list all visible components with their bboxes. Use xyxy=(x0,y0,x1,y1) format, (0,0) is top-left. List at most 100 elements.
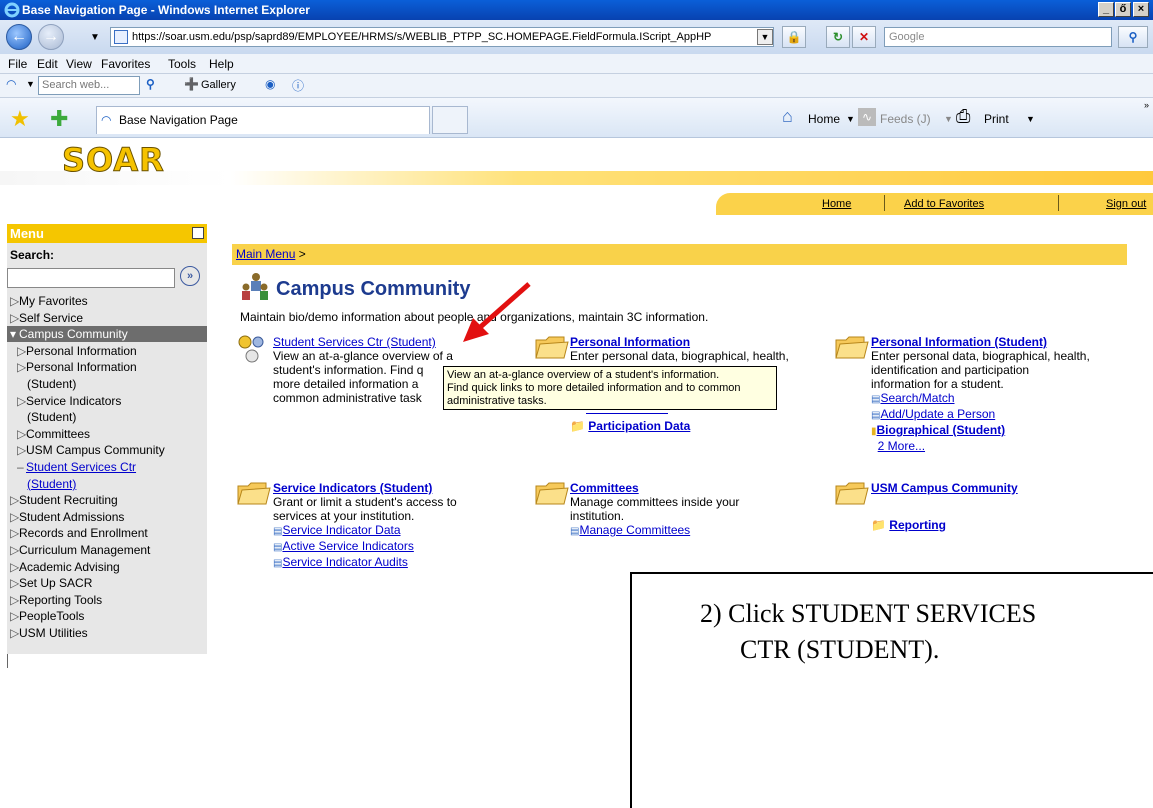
home-icon[interactable]: ⌂ xyxy=(782,106,793,127)
menu-favorites[interactable]: Favorites xyxy=(101,57,150,71)
menu-item[interactable]: ▷Set Up SACR xyxy=(10,575,92,591)
feeds-button[interactable]: Feeds (J) xyxy=(880,112,931,126)
more-link[interactable]: 2 More... xyxy=(878,439,925,453)
add-to-favorites-link[interactable]: Add to Favorites xyxy=(904,198,984,210)
breadcrumb-main-menu-link[interactable]: Main Menu xyxy=(236,247,295,261)
search-match-link[interactable]: Search/Match xyxy=(880,391,954,405)
search-web-input[interactable]: Search web... xyxy=(38,76,140,95)
menu-subitem-current[interactable]: – Student Services Ctr xyxy=(17,459,136,475)
print-dropdown-icon[interactable]: ▼ xyxy=(1026,114,1035,124)
help-circle-icon[interactable]: ⓘ xyxy=(292,77,304,94)
student-services-ctr-menu-link[interactable]: (Student) xyxy=(27,477,76,491)
tab-base-navigation-page[interactable]: ◠ Base Navigation Page xyxy=(96,106,430,134)
usm-campus-community-link[interactable]: USM Campus Community xyxy=(871,481,1018,495)
menu-subitem[interactable]: ▷Committees xyxy=(17,426,90,442)
menu-subitem[interactable]: ▷Service Indicators xyxy=(17,393,121,409)
back-button[interactable]: ← xyxy=(6,24,32,50)
active-service-indicators-link[interactable]: Active Service Indicators xyxy=(282,539,413,553)
biographical-student-link[interactable]: Biographical (Student) xyxy=(877,423,1006,437)
collapsed-triangle-icon: ▷ xyxy=(10,543,20,557)
sign-out-link[interactable]: Sign out xyxy=(1106,198,1146,210)
home-button[interactable]: Home xyxy=(808,112,840,126)
toolbar-option-icon[interactable]: ◉ xyxy=(265,77,275,91)
favorites-star-icon[interactable]: ★ xyxy=(10,106,30,132)
menu-item[interactable]: ▷My Favorites xyxy=(10,293,88,309)
gallery-button[interactable]: Gallery xyxy=(201,79,236,91)
student-services-ctr-card: Student Services Ctr (Student) View an a… xyxy=(273,335,453,405)
folder-icon xyxy=(237,482,271,505)
cm-desc-2: institution. xyxy=(570,509,625,523)
search-provider-dropdown-icon[interactable]: ▼ xyxy=(26,79,35,89)
menu-item[interactable]: ▷Reporting Tools xyxy=(10,592,102,608)
service-indicators-student-link[interactable]: Service Indicators (Student) xyxy=(273,481,432,495)
folder-icon xyxy=(835,336,869,359)
menu-item[interactable]: ▷Student Admissions xyxy=(10,509,124,525)
window-title-bar: Base Navigation Page - Windows Internet … xyxy=(0,0,1153,20)
print-icon[interactable]: ⎙ xyxy=(956,106,970,127)
stop-icon[interactable]: ✕ xyxy=(852,26,876,48)
home-link[interactable]: Home xyxy=(822,198,851,210)
menu-subitem[interactable]: ▷USM Campus Community xyxy=(17,442,165,458)
menu-item-label: (Student) xyxy=(27,410,77,425)
feeds-icon[interactable]: ∿ xyxy=(858,108,876,126)
search-go-icon[interactable]: ⚲ xyxy=(146,77,155,91)
menu-item[interactable]: ▷PeopleTools xyxy=(10,608,84,624)
left-menu: Menu Search: » ▷My Favorites ▷Self Servic… xyxy=(7,224,207,654)
menu-edit[interactable]: Edit xyxy=(37,57,58,71)
menu-item[interactable]: ▷USM Utilities xyxy=(10,625,88,641)
reporting-link[interactable]: Reporting xyxy=(889,518,946,532)
print-button[interactable]: Print xyxy=(984,112,1009,126)
menu-help[interactable]: Help xyxy=(209,57,234,71)
recent-pages-dropdown-icon[interactable]: ▼ xyxy=(90,32,100,43)
menu-tools[interactable]: Tools xyxy=(168,57,196,71)
menu-item[interactable]: ▷Records and Enrollment xyxy=(10,525,148,541)
home-dropdown-icon[interactable]: ▼ xyxy=(846,114,855,124)
add-update-person-link[interactable]: Add/Update a Person xyxy=(880,407,995,421)
menu-item[interactable]: ▷Student Recruiting xyxy=(10,492,118,508)
search-google-input[interactable]: Google xyxy=(884,27,1112,47)
menu-search-go-icon[interactable]: » xyxy=(180,266,200,286)
service-indicator-data-link[interactable]: Service Indicator Data xyxy=(282,523,400,537)
forward-button[interactable]: → xyxy=(38,24,64,50)
menu-item-selected[interactable]: ▾ Campus Community xyxy=(7,326,207,343)
lock-icon[interactable]: 🔒 xyxy=(782,26,806,48)
address-dropdown-icon[interactable]: ▼ xyxy=(757,29,773,45)
menu-item[interactable]: ▷Curriculum Management xyxy=(10,542,150,558)
participation-data-link[interactable]: Participation Data xyxy=(588,419,690,433)
personal-information-link[interactable]: Personal Information xyxy=(570,335,690,349)
committees-link[interactable]: Committees xyxy=(570,481,639,495)
service-indicator-audits-link[interactable]: Service Indicator Audits xyxy=(282,555,407,569)
menu-item[interactable]: ▷Academic Advising xyxy=(10,559,120,575)
toolbar-overflow-icon[interactable]: » xyxy=(1144,100,1149,110)
menu-item-label: Personal Information xyxy=(26,360,137,375)
personal-information-student-link[interactable]: Personal Information (Student) xyxy=(871,335,1047,349)
menu-search-input[interactable] xyxy=(7,268,175,288)
menu-subitem[interactable]: ▷Personal Information xyxy=(17,359,137,375)
student-services-ctr-link[interactable]: Student Services Ctr (Student) xyxy=(273,335,436,349)
search-icon[interactable]: ⚲ xyxy=(1118,26,1148,48)
close-button[interactable]: × xyxy=(1133,2,1149,17)
maximize-button[interactable]: ő xyxy=(1115,2,1131,17)
minimize-button[interactable]: _ xyxy=(1098,2,1114,17)
menu-view[interactable]: View xyxy=(66,57,92,71)
folder-icon xyxy=(835,482,869,505)
instruction-line-1: 2) Click STUDENT SERVICES xyxy=(700,599,1037,628)
feeds-dropdown-icon[interactable]: ▼ xyxy=(944,114,953,124)
add-favorite-icon[interactable]: ✚ xyxy=(50,106,68,132)
menu-subitem-current-continuation[interactable]: (Student) xyxy=(27,476,76,492)
menu-header: Menu xyxy=(7,224,207,243)
refresh-icon[interactable]: ↻ xyxy=(826,26,850,48)
menu-item[interactable]: ▷Self Service xyxy=(10,310,83,326)
page-title: Campus Community xyxy=(276,278,471,300)
student-services-ctr-menu-link[interactable]: Student Services Ctr xyxy=(26,460,136,474)
menu-subitem[interactable]: ▷Personal Information xyxy=(17,343,137,359)
internet-explorer-icon xyxy=(4,2,20,18)
menu-file[interactable]: File xyxy=(8,57,27,71)
manage-committees-link[interactable]: Manage Committees xyxy=(579,523,690,537)
folder-small-icon: 📁 xyxy=(570,419,585,433)
new-tab-button[interactable] xyxy=(432,106,468,134)
address-input[interactable]: https://soar.usm.edu/psp/saprd89/EMPLOYE… xyxy=(110,27,774,47)
collapsed-triangle-icon: ▷ xyxy=(17,343,27,358)
personal-information-student-card: Personal Information (Student) Enter per… xyxy=(871,335,1090,453)
menu-collapse-icon[interactable] xyxy=(192,227,204,239)
